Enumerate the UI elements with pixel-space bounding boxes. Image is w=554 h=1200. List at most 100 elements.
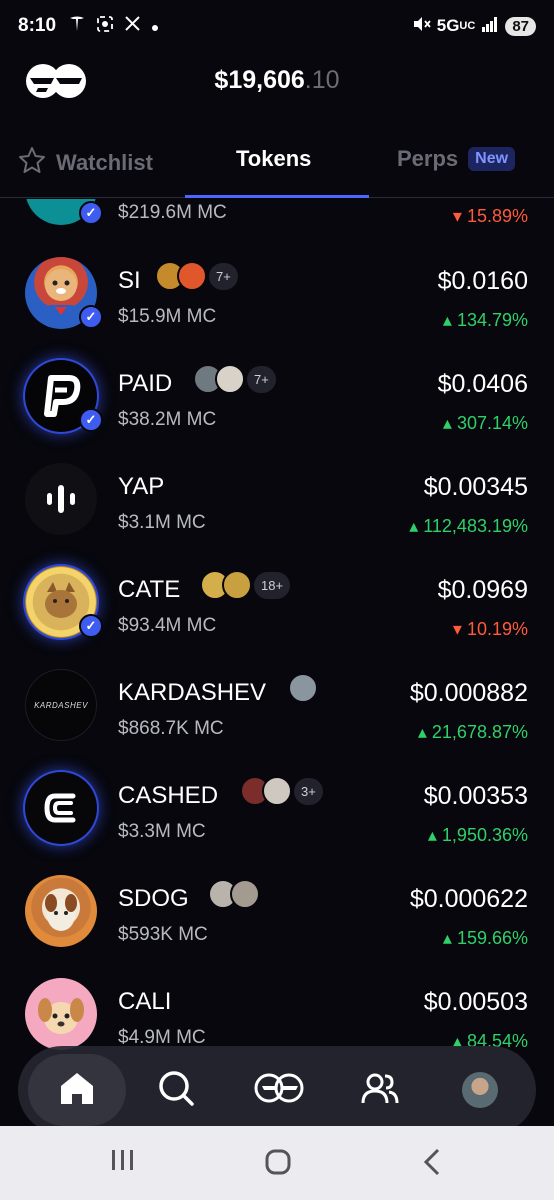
token-name: CALI — [118, 988, 172, 1015]
token-avatar — [25, 772, 97, 844]
token-change: ▴ 159.66% — [442, 928, 528, 948]
token-row[interactable]: ✓ PAID 7+ $38.2M MC $0.0406 ▴ 307.14% — [0, 346, 554, 449]
token-market-cap: $219.6M MC — [118, 202, 227, 223]
holder-count: 18+ — [254, 571, 291, 599]
tab-tokens-label: Tokens — [236, 146, 312, 171]
holder-avatar — [177, 261, 207, 291]
token-market-cap: $593K MC — [118, 924, 208, 945]
token-change: ▾ 15.89% — [452, 206, 528, 226]
holder-avatars[interactable]: 18+ — [200, 570, 291, 600]
balance-cents: .10 — [304, 66, 340, 94]
verified-badge-icon: ✓ — [79, 408, 103, 432]
token-price: $0.0969 — [437, 576, 528, 604]
system-nav-bar — [0, 1126, 554, 1200]
holder-avatars[interactable]: 7+ — [193, 364, 276, 394]
token-avatar — [25, 978, 97, 1050]
token-name: KARDASHEV — [118, 679, 267, 706]
verified-badge-icon: ✓ — [79, 614, 103, 638]
token-name: CATE — [118, 576, 181, 603]
token-change: ▴ 134.79% — [442, 310, 528, 330]
token-name: SI — [118, 267, 141, 294]
holder-avatar — [222, 570, 252, 600]
logo-icon — [254, 1073, 304, 1108]
token-row[interactable]: ✓ $219.6M MC ▾ 15.89% — [0, 199, 554, 242]
home-icon — [58, 1070, 96, 1111]
new-badge: New — [468, 147, 516, 171]
tab-tokens[interactable]: Tokens — [236, 146, 311, 172]
nav-home-button[interactable] — [28, 1054, 126, 1126]
back-icon[interactable] — [422, 1148, 442, 1183]
app-header: $19,606.10 — [0, 52, 554, 112]
token-avatar — [25, 875, 97, 947]
token-name: CASHED — [118, 782, 219, 809]
x-icon — [124, 15, 141, 37]
recent-apps-icon[interactable] — [110, 1148, 136, 1179]
token-avatar: KARDASHEV — [25, 669, 97, 741]
search-icon — [157, 1069, 195, 1112]
token-row[interactable]: KARDASHEV KARDASHEV $868.7K MC $0.000882… — [0, 655, 554, 758]
token-price: $0.0160 — [437, 267, 528, 295]
token-name: PAID — [118, 370, 173, 397]
balance-main: $19,606 — [214, 66, 305, 94]
tab-perps-label: Perps — [397, 146, 459, 171]
holder-count: 7+ — [247, 365, 276, 393]
active-tab-indicator — [185, 195, 369, 198]
holder-avatars[interactable]: 7+ — [155, 261, 238, 291]
bottom-nav — [18, 1046, 536, 1134]
nav-friends-button[interactable] — [360, 1070, 400, 1110]
network-label: 5G — [436, 16, 460, 35]
holder-avatar — [215, 364, 245, 394]
mute-icon — [411, 15, 431, 38]
token-change: ▴ 112,483.19% — [409, 516, 528, 536]
token-price: $0.00345 — [423, 473, 528, 501]
token-name: SDOG — [118, 885, 189, 912]
portfolio-balance[interactable]: $19,606.10 — [0, 66, 554, 95]
dot-icon — [151, 16, 159, 37]
token-market-cap: $3.1M MC — [118, 512, 206, 533]
holder-avatar — [230, 879, 260, 909]
holder-avatars[interactable] — [288, 673, 318, 703]
token-row[interactable]: ✓ SI 7+ $15.9M MC $0.0160 ▴ 134.79% — [0, 243, 554, 346]
holder-avatars[interactable] — [208, 879, 260, 909]
token-row[interactable]: YAP $3.1M MC $0.00345 ▴ 112,483.19% — [0, 449, 554, 552]
holder-count: 7+ — [209, 262, 238, 290]
status-time: 8:10 — [18, 15, 57, 36]
token-row[interactable]: ✓ CATE 18+ $93.4M MC $0.0969 ▾ 10.19% — [0, 552, 554, 655]
home-system-icon[interactable] — [264, 1148, 292, 1183]
holder-avatar — [288, 673, 318, 703]
holder-avatars[interactable]: 3+ — [240, 776, 323, 806]
profile-avatar[interactable] — [462, 1072, 498, 1108]
holder-count: 3+ — [294, 777, 323, 805]
token-row[interactable]: SDOG $593K MC $0.000622 ▴ 159.66% — [0, 861, 554, 964]
token-avatar — [25, 463, 97, 535]
token-market-cap: $868.7K MC — [118, 718, 224, 739]
signal-icon — [481, 16, 499, 37]
status-system-icons: 5G UC 87 — [411, 15, 536, 38]
status-bar: 8:10 5G UC 87 — [0, 0, 554, 52]
friends-icon — [361, 1071, 399, 1110]
status-notification-icons — [68, 15, 159, 38]
verified-badge-icon: ✓ — [79, 305, 103, 329]
battery-indicator: 87 — [505, 16, 536, 36]
tesla-icon — [68, 15, 86, 38]
tab-watchlist[interactable]: Watchlist — [18, 146, 153, 180]
nav-search-button[interactable] — [156, 1070, 196, 1110]
token-market-cap: $3.3M MC — [118, 821, 206, 842]
token-change: ▴ 1,950.36% — [427, 825, 528, 845]
token-price: $0.00353 — [423, 782, 528, 810]
token-price: $0.00503 — [423, 988, 528, 1016]
star-icon — [18, 146, 46, 180]
token-change: ▴ 21,678.87% — [417, 722, 528, 742]
token-row[interactable]: CASHED 3+ $3.3M MC $0.00353 ▴ 1,950.36% — [0, 758, 554, 861]
token-market-cap: $38.2M MC — [118, 409, 217, 430]
verified-badge-icon: ✓ — [79, 201, 103, 225]
token-market-cap: $93.4M MC — [118, 615, 217, 636]
token-price: $0.000622 — [409, 885, 528, 913]
token-change: ▾ 10.19% — [452, 619, 528, 639]
nav-logo-button[interactable] — [254, 1070, 304, 1110]
tab-perps[interactable]: Perps New — [397, 146, 516, 172]
holder-avatar — [262, 776, 292, 806]
token-logo-text: KARDASHEV — [34, 700, 88, 710]
token-change: ▴ 307.14% — [442, 413, 528, 433]
token-price: $0.0406 — [437, 370, 528, 398]
